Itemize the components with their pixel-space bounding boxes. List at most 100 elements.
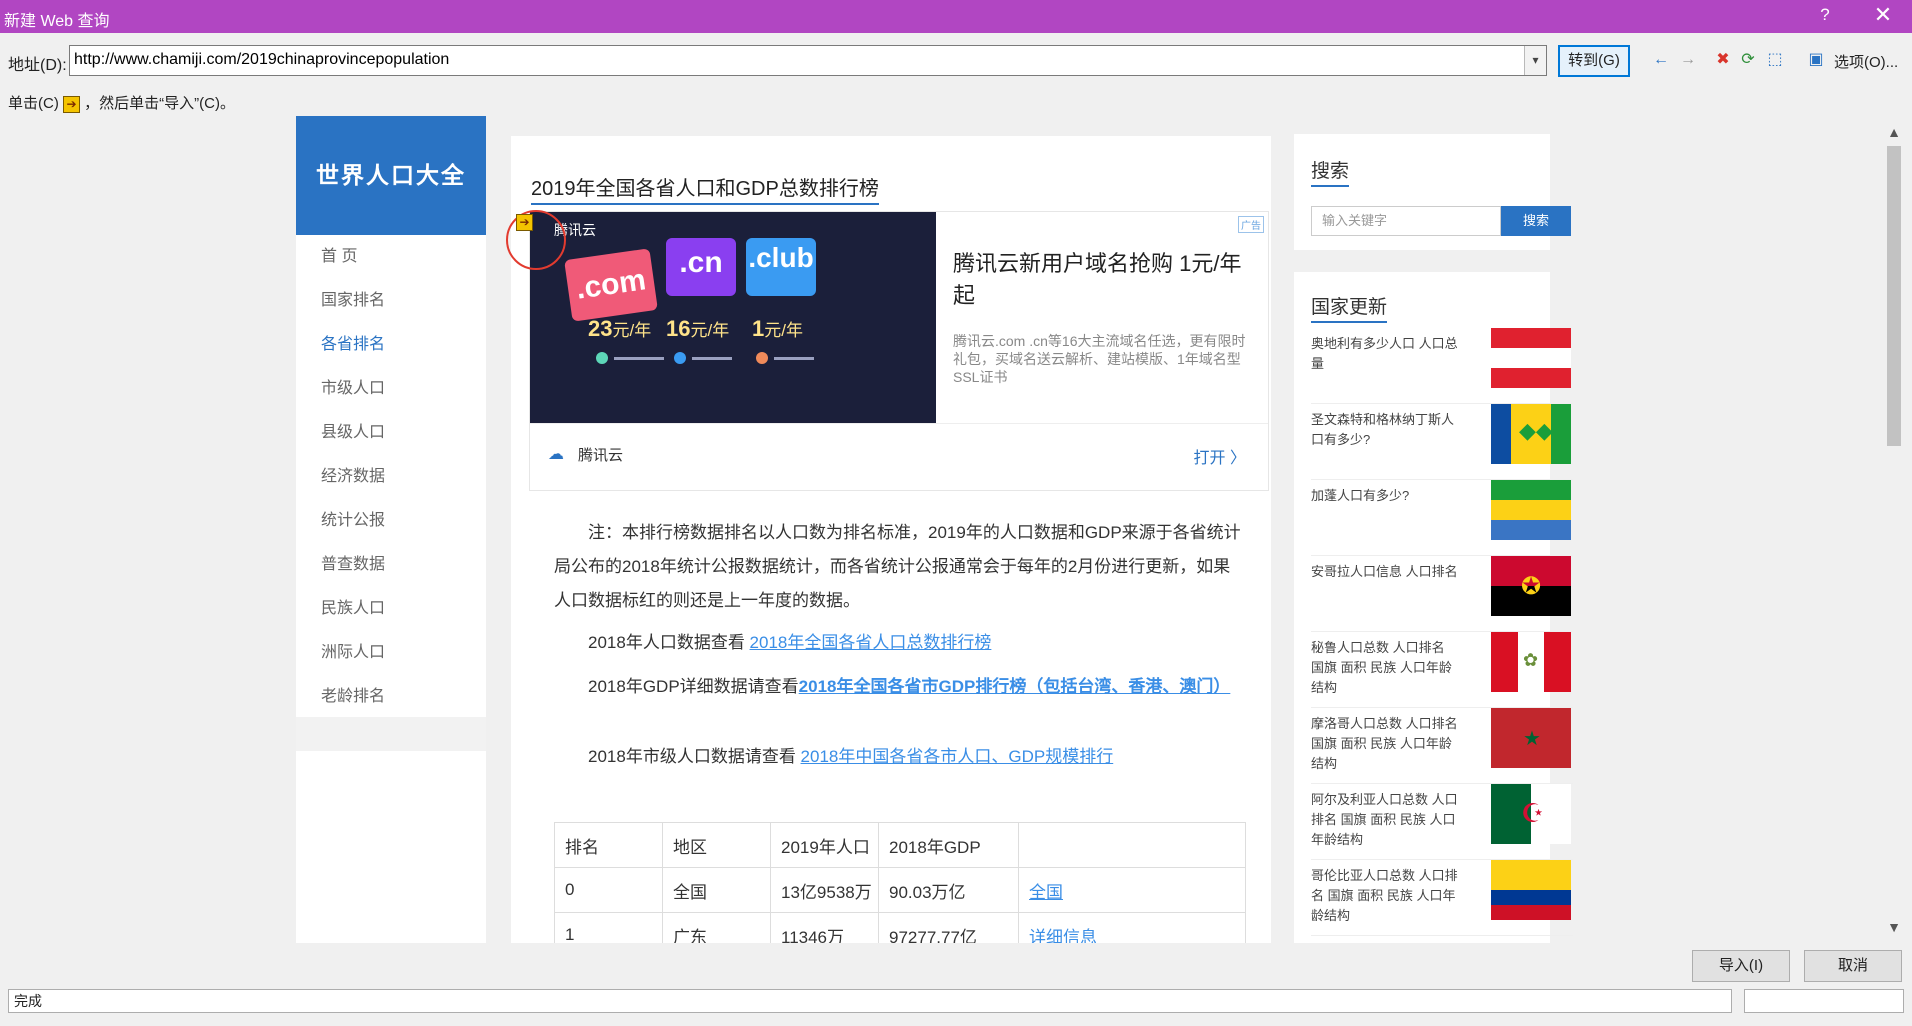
- search-button[interactable]: 搜索: [1501, 206, 1571, 236]
- update-title[interactable]: 摩洛哥人口总数 人口排名 国旗 面积 民族 人口年龄结构: [1311, 714, 1461, 774]
- scroll-down-icon[interactable]: ▼: [1884, 919, 1904, 935]
- table-cell: 0: [554, 867, 663, 913]
- angola-flag-icon: ✪: [1491, 556, 1571, 616]
- list-item[interactable]: 奥地利有多少人口 人口总量: [1311, 328, 1573, 404]
- table-row: 0 全国 13亿9538万 90.03万亿 全国: [554, 867, 1246, 913]
- nav-item-statistics[interactable]: 统计公报: [296, 499, 486, 543]
- back-icon[interactable]: ←: [1650, 49, 1672, 71]
- page-title: 2019年全国各省人口和GDP总数排行榜: [531, 172, 879, 205]
- ad-open-link[interactable]: 打开 〉: [1194, 444, 1246, 468]
- ad-badge: 广告: [1238, 216, 1264, 233]
- ad-image[interactable]: 腾讯云 .com .cn .club 23元/年 16元/年 1元/年: [530, 212, 936, 423]
- options-button[interactable]: 选项(O)...: [1834, 51, 1898, 72]
- site-nav: 世界人口大全 首 页 国家排名 各省排名 市级人口 县级人口 经济数据 统计公报…: [296, 116, 486, 943]
- save-query-icon[interactable]: ▣: [1805, 49, 1827, 71]
- site-logo[interactable]: 世界人口大全: [296, 116, 486, 235]
- vertical-scrollbar[interactable]: ▲ ▼: [1884, 116, 1904, 943]
- paragraph-text: 2018年人口数据查看: [588, 633, 750, 652]
- list-item[interactable]: 加蓬人口有多少?: [1311, 480, 1573, 556]
- table-header: 2019年人口: [770, 822, 879, 868]
- list-item[interactable]: 圣文森特和格林纳丁斯人口有多少? ◆◆: [1311, 404, 1573, 480]
- address-combobox[interactable]: ▾: [69, 45, 1547, 76]
- note-paragraph: 注：本排行榜数据排名以人口数为排名标准，2019年的人口数据和GDP来源于各省统…: [554, 523, 1241, 610]
- nav-item-economy[interactable]: 经济数据: [296, 455, 486, 499]
- update-title[interactable]: 秘鲁人口总数 人口排名 国旗 面积 民族 人口年龄结构: [1311, 638, 1461, 698]
- update-title[interactable]: 加蓬人口有多少?: [1311, 486, 1461, 506]
- list-item[interactable]: 秘鲁人口总数 人口排名 国旗 面积 民族 人口年龄结构 ✿: [1311, 632, 1573, 708]
- nav-item-province-rank[interactable]: 各省排名: [296, 323, 486, 367]
- table-cell: 全国: [1018, 867, 1246, 913]
- highlight-circle: [506, 210, 566, 270]
- nav-item-census[interactable]: 普查数据: [296, 543, 486, 587]
- hide-icons-icon[interactable]: ⬚: [1764, 49, 1786, 71]
- stop-icon[interactable]: ✖: [1712, 49, 1734, 71]
- forward-icon[interactable]: →: [1677, 49, 1699, 71]
- table-header: [1018, 822, 1246, 868]
- nav-footer-bar: [296, 717, 486, 751]
- instruction-prefix: 单击(C): [8, 95, 59, 112]
- scroll-up-icon[interactable]: ▲: [1884, 124, 1904, 140]
- city-rank-link[interactable]: 2018年中国各省各市人口、GDP规模排行: [801, 747, 1114, 766]
- detail-link[interactable]: 详细信息: [1029, 928, 1097, 944]
- cancel-button[interactable]: 取消: [1804, 950, 1902, 982]
- address-dropdown-button[interactable]: ▾: [1524, 46, 1546, 75]
- paragraph-text: 2018年市级人口数据请查看: [588, 747, 801, 766]
- detail-link[interactable]: 全国: [1029, 883, 1063, 902]
- address-input[interactable]: [70, 46, 1510, 73]
- list-item[interactable]: 安哥拉人口信息 人口排名 ✪: [1311, 556, 1573, 632]
- link-paragraph-gdp: 2018年GDP详细数据请查看2018年全国各省市GDP排行榜（包括台湾、香港、…: [554, 670, 1246, 704]
- close-button[interactable]: ✕: [1868, 2, 1898, 28]
- nav-item-country-rank[interactable]: 国家排名: [296, 279, 486, 323]
- ad-title[interactable]: 腾讯云新用户域名抢购 1元/年起: [953, 248, 1253, 312]
- help-button[interactable]: ?: [1815, 5, 1835, 25]
- algeria-flag-icon: ☪: [1491, 784, 1571, 844]
- nav-item-home[interactable]: 首 页: [296, 235, 486, 279]
- population-table: 排名 地区 2019年人口 2018年GDP 0 全国 13亿9538万 90.…: [554, 822, 1246, 943]
- update-title[interactable]: 奥地利有多少人口 人口总量: [1311, 334, 1461, 374]
- gabon-flag-icon: [1491, 480, 1571, 540]
- list-item[interactable]: 阿尔及利亚人口总数 人口排名 国旗 面积 民族 人口年龄结构 ☪: [1311, 784, 1573, 860]
- ad-description: 腾讯云.com .cn等16大主流域名任选，更有限时礼包，买域名送云解析、建站模…: [953, 333, 1246, 385]
- table-header: 地区: [662, 822, 771, 868]
- divider: [530, 423, 1268, 424]
- import-button[interactable]: 导入(I): [1692, 950, 1790, 982]
- web-viewport: 世界人口大全 首 页 国家排名 各省排名 市级人口 县级人口 经济数据 统计公报…: [8, 116, 1884, 943]
- ad-tile-com: .com: [564, 248, 658, 322]
- ad-dot: [756, 352, 768, 364]
- update-title[interactable]: 安哥拉人口信息 人口排名: [1311, 562, 1461, 582]
- ad-line: [614, 357, 664, 360]
- gdp-rank-link[interactable]: 2018年全国各省市GDP排行榜（包括台湾、香港、澳门）: [799, 677, 1231, 696]
- saint-vincent-flag-icon: ◆◆: [1491, 404, 1571, 464]
- table-cell: 1: [554, 912, 663, 943]
- search-heading: 搜索: [1311, 156, 1350, 187]
- nav-item-city-population[interactable]: 市级人口: [296, 367, 486, 411]
- ad-price-com: 23元/年: [588, 316, 652, 341]
- update-title[interactable]: 阿尔及利亚人口总数 人口排名 国旗 面积 民族 人口年龄结构: [1311, 790, 1461, 850]
- go-button[interactable]: 转到(G): [1558, 45, 1630, 77]
- table-cell: 详细信息: [1018, 912, 1246, 944]
- refresh-icon[interactable]: ⟳: [1737, 49, 1759, 71]
- table-select-arrow-icon[interactable]: ➔: [516, 214, 533, 231]
- search-input[interactable]: 输入关键字: [1311, 206, 1501, 236]
- chevron-down-icon: ▾: [1532, 53, 1539, 67]
- nav-item-aging[interactable]: 老龄排名: [296, 675, 486, 719]
- status-bar: 完成: [8, 989, 1732, 1013]
- scrollbar-thumb[interactable]: [1887, 146, 1901, 446]
- table-row: 1 广东 11346万 97277.77亿 详细信息: [554, 912, 1246, 944]
- table-header: 2018年GDP: [878, 822, 1019, 868]
- ad-banner[interactable]: 腾讯云 .com .cn .club 23元/年 16元/年 1元/年 广告 腾…: [506, 210, 1269, 491]
- cloud-icon: ☁: [548, 446, 564, 463]
- ad-tile-cn: .cn: [666, 238, 736, 296]
- nav-item-continent[interactable]: 洲际人口: [296, 631, 486, 675]
- update-title[interactable]: 圣文森特和格林纳丁斯人口有多少?: [1311, 410, 1461, 450]
- population-rank-link[interactable]: 2018年全国各省人口总数排行榜: [750, 633, 992, 652]
- nav-item-ethnic[interactable]: 民族人口: [296, 587, 486, 631]
- nav-list: 首 页 国家排名 各省排名 市级人口 县级人口 经济数据 统计公报 普查数据 民…: [296, 235, 486, 719]
- list-item[interactable]: 摩洛哥人口总数 人口排名 国旗 面积 民族 人口年龄结构 ★: [1311, 708, 1573, 784]
- table-cell: 13亿9538万: [770, 867, 879, 913]
- table-cell: 11346万: [770, 912, 879, 943]
- nav-item-county-population[interactable]: 县级人口: [296, 411, 486, 455]
- address-label: 地址(D):: [8, 57, 67, 74]
- update-title[interactable]: 哥伦比亚人口总数 人口排名 国旗 面积 民族 人口年龄结构: [1311, 866, 1461, 926]
- list-item[interactable]: 哥伦比亚人口总数 人口排名 国旗 面积 民族 人口年龄结构: [1311, 860, 1573, 936]
